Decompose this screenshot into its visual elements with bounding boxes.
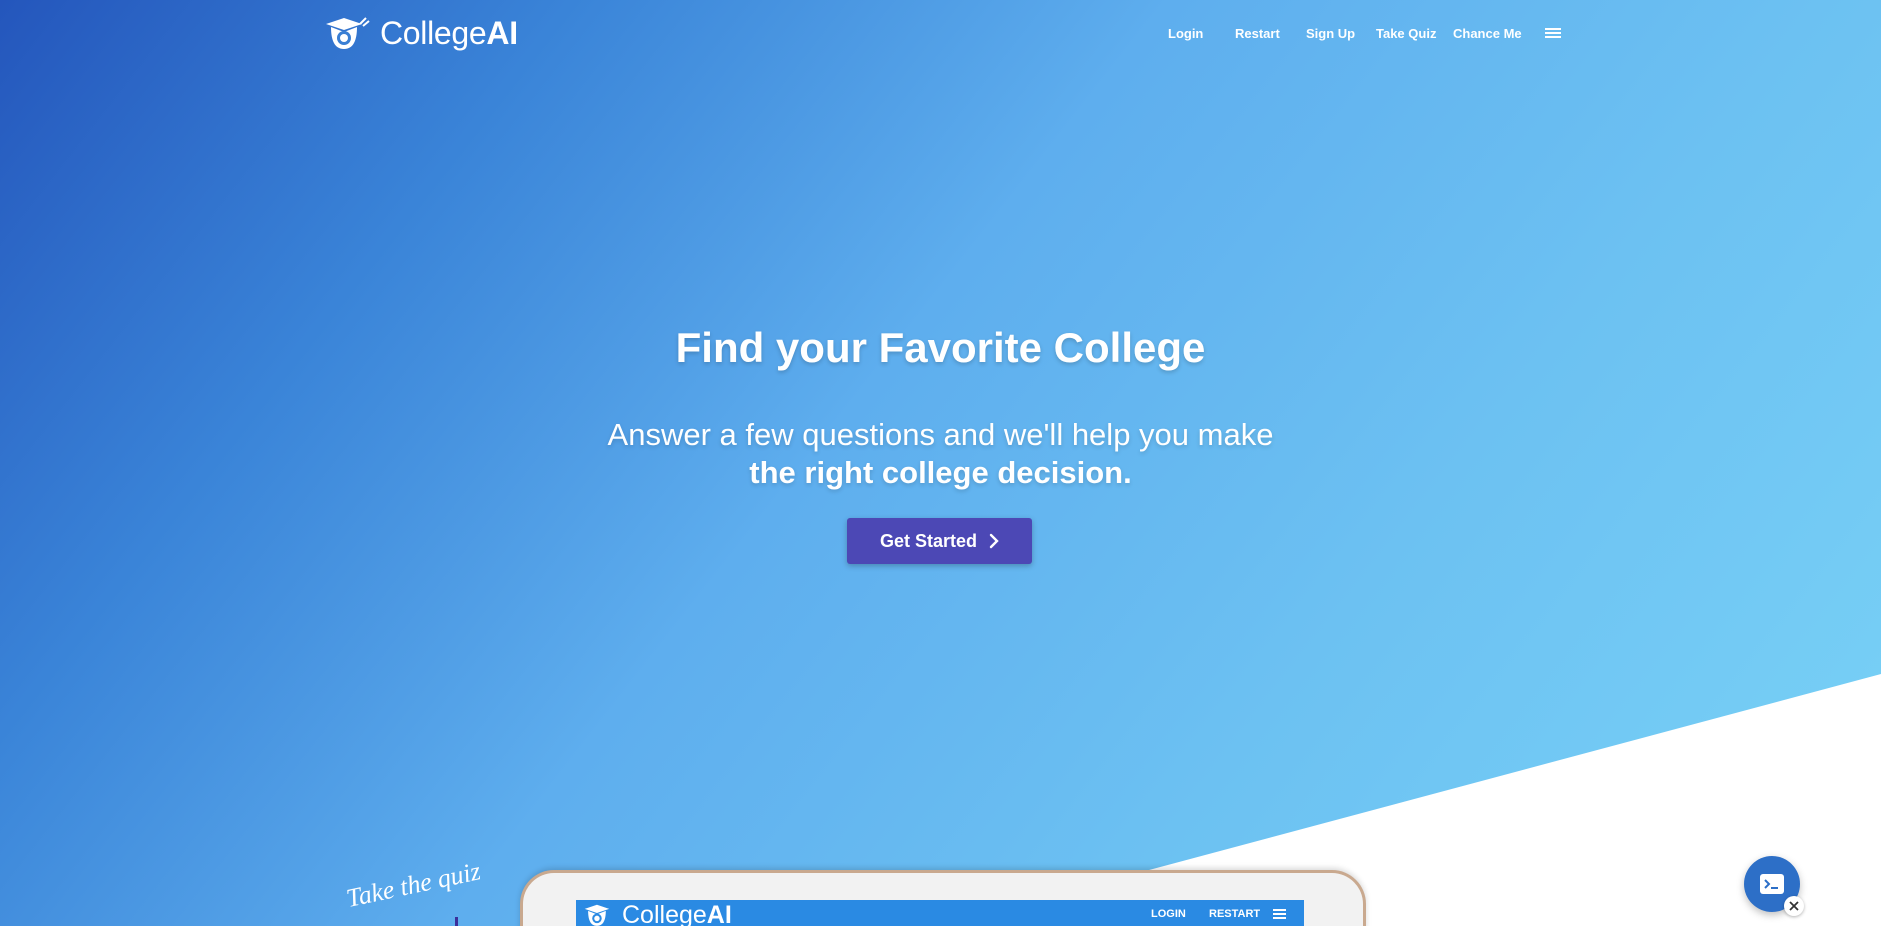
graduation-cap-logo-icon (584, 904, 610, 926)
nav-take-quiz[interactable]: Take Quiz (1376, 22, 1436, 46)
chat-close-button[interactable] (1784, 896, 1804, 916)
hamburger-menu-icon[interactable] (1544, 26, 1562, 42)
nav-sign-up[interactable]: Sign Up (1306, 22, 1355, 46)
top-navigation-bar: CollegeAI Login Restart Sign Up Take Qui… (0, 0, 1881, 68)
get-started-button[interactable]: Get Started (847, 518, 1032, 564)
get-started-label: Get Started (879, 530, 978, 551)
annotation-arrow (455, 917, 458, 926)
close-icon (1789, 901, 1799, 911)
chevron-right-icon (989, 533, 999, 549)
preview-brand-name: CollegeAI (622, 901, 732, 926)
preview-nav-login: LOGIN (1151, 908, 1186, 920)
main-nav: Login Restart Sign Up Take Quiz Chance M… (0, 22, 1881, 46)
hero-title: Find your Favorite College (675, 324, 1206, 371)
hero-subtitle-line2: the right college decision. (749, 455, 1132, 490)
preview-brand-logo: CollegeAI (582, 900, 732, 926)
hero-subtitle: Answer a few questions and we'll help yo… (0, 416, 1881, 492)
nav-restart[interactable]: Restart (1235, 22, 1280, 46)
nav-chance-me[interactable]: Chance Me (1453, 22, 1522, 46)
terminal-chat-icon (1760, 874, 1784, 894)
nav-login[interactable]: Login (1168, 22, 1203, 46)
preview-menu-icon (1273, 909, 1286, 919)
hero-subtitle-line1: Answer a few questions and we'll help yo… (607, 417, 1274, 452)
preview-nav-restart: RESTART (1209, 908, 1261, 920)
page: CollegeAI Login Restart Sign Up Take Qui… (0, 0, 1881, 926)
